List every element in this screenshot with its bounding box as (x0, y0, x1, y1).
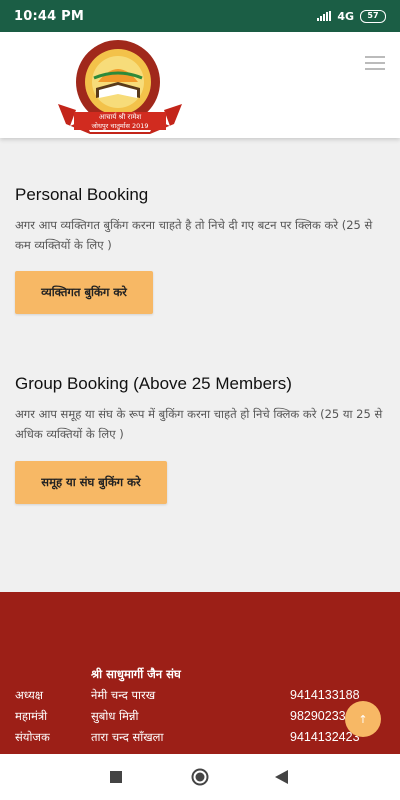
signal-icon (317, 11, 332, 21)
system-nav-bar (0, 754, 400, 800)
personal-booking-button[interactable]: व्यक्तिगत बुकिंग करे (15, 271, 153, 314)
recent-square-icon[interactable] (110, 771, 122, 783)
arrow-up-icon: ↑ (358, 712, 368, 726)
back-triangle-icon[interactable] (275, 770, 288, 784)
contact-row: अध्यक्ष नेमी चन्द पारख 9414133188 (0, 688, 400, 706)
group-booking-title: Group Booking (Above 25 Members) (15, 374, 292, 393)
scroll-to-top-button[interactable]: ↑ (345, 701, 381, 737)
status-time: 10:44 PM (14, 8, 84, 24)
personal-booking-section: Personal Booking अगर आप व्यक्तिगत बुकिंग… (15, 185, 387, 314)
logo-emblem: आचार्य श्री रामेश जोधपुर चातुर्मास 2019 (58, 40, 182, 134)
contact-phone[interactable]: 9414132423 (290, 730, 360, 744)
app-header: आचार्य श्री रामेश जोधपुर चातुर्मास 2019 (0, 32, 400, 138)
logo[interactable]: आचार्य श्री रामेश जोधपुर चातुर्मास 2019 (54, 38, 186, 134)
contact-name: तारा चन्द साँखला (91, 730, 164, 744)
group-booking-section: Group Booking (Above 25 Members) अगर आप … (15, 374, 387, 504)
contact-role: महामंत्री (15, 709, 48, 723)
contact-role: संयोजक (15, 730, 50, 744)
status-bar: 10:44 PM 4G 57 (0, 0, 400, 32)
hamburger-menu-icon[interactable] (365, 56, 385, 70)
contact-name: नेमी चन्द पारख (91, 688, 156, 702)
contact-row: संयोजक तारा चन्द साँखला 9414132423 (0, 730, 400, 748)
contact-phone[interactable]: 98290233 (290, 709, 346, 723)
contact-row: महामंत्री सुबोध मिन्नी 98290233 (0, 709, 400, 727)
group-booking-button[interactable]: समूह या संघ बुकिंग करे (15, 461, 167, 504)
contact-name: सुबोध मिन्नी (91, 709, 139, 723)
svg-text:आचार्य श्री रामेश: आचार्य श्री रामेश (99, 112, 142, 121)
footer-heading: श्री साधुमार्गी जैन संघ (91, 667, 181, 681)
battery-icon: 57 (360, 9, 386, 23)
battery-level: 57 (367, 11, 379, 20)
svg-text:जोधपुर चातुर्मास 2019: जोधपुर चातुर्मास 2019 (91, 122, 148, 130)
footer: श्री साधुमार्गी जैन संघ अध्यक्ष नेमी चन्… (0, 592, 400, 754)
network-type: 4G (337, 9, 354, 23)
group-booking-description: अगर आप समूह या संघ के रूप में बुकिंग करन… (15, 407, 383, 441)
status-icons: 4G 57 (317, 9, 386, 23)
personal-booking-description: अगर आप व्यक्तिगत बुकिंग करना चाहते है तो… (15, 218, 373, 252)
home-circle-icon[interactable] (191, 768, 209, 786)
contact-role: अध्यक्ष (15, 688, 44, 702)
personal-booking-title: Personal Booking (15, 185, 149, 204)
contact-phone[interactable]: 9414133188 (290, 688, 360, 702)
